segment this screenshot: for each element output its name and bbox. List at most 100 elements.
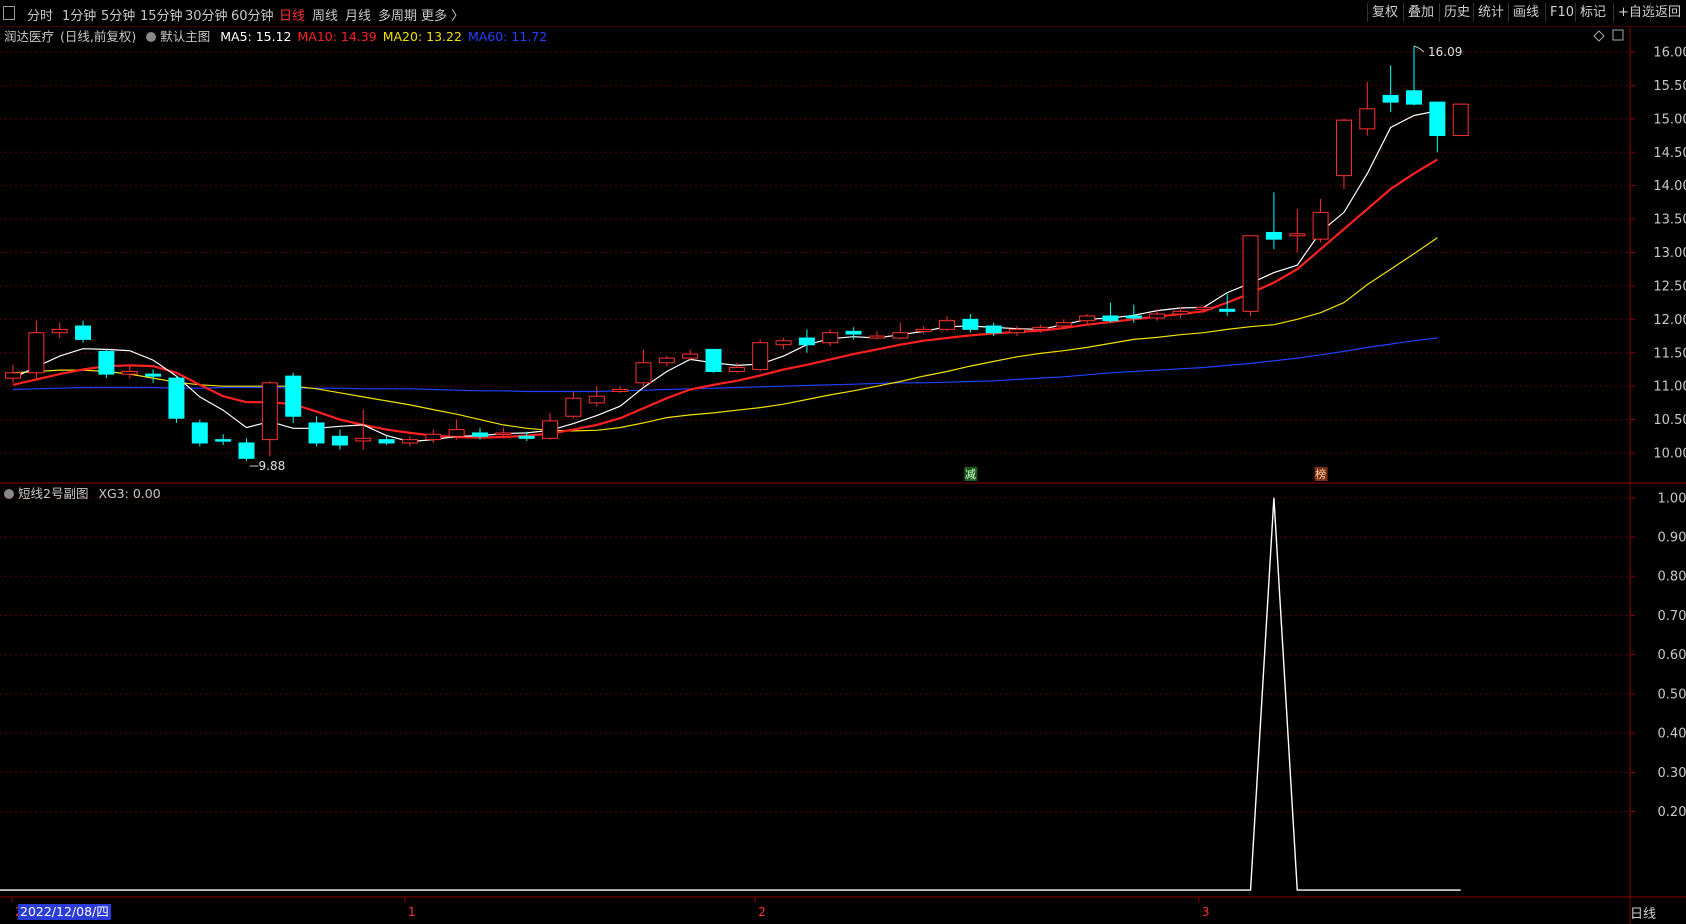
candle-body-23 (542, 420, 559, 439)
sub-tick-label-8: 1.00 (1658, 491, 1686, 506)
candle-61 (1429, 101, 1446, 153)
candle-body-50 (1172, 310, 1189, 315)
sub-chart-legend: 短线2号副图 XG3: 0.00 (4, 483, 161, 502)
candle-body-46 (1079, 315, 1096, 322)
ma-legend-3: MA60: 11.72 (467, 29, 548, 44)
candle-41 (962, 313, 979, 333)
indicator-menu-icon[interactable] (146, 32, 157, 42)
candle-body-56 (1312, 211, 1329, 240)
month-label-1: 1 (408, 905, 416, 919)
candle-body-10 (238, 442, 255, 459)
candle-26 (612, 386, 629, 393)
candle-5 (121, 366, 138, 379)
candle-body-55 (1289, 233, 1306, 237)
candle-body-32 (752, 342, 769, 370)
candle-body-11 (261, 382, 278, 441)
candle-body-8 (191, 422, 208, 444)
candle-body-1 (28, 332, 45, 374)
candle-body-42 (985, 325, 1002, 334)
candle-6 (145, 369, 162, 383)
candle-body-33 (775, 340, 792, 346)
candle-body-4 (98, 350, 115, 375)
sub-tick-label-6: 0.80 (1658, 570, 1686, 585)
candle-34 (798, 329, 815, 353)
candle-body-29 (682, 353, 699, 359)
candle-16 (378, 436, 395, 445)
candle-29 (682, 349, 699, 361)
candle-body-25 (588, 395, 605, 404)
candle-11 (261, 380, 278, 457)
candle-56 (1312, 199, 1329, 243)
candle-body-45 (1055, 322, 1072, 327)
candle-body-27 (635, 362, 652, 384)
candle-body-20 (472, 432, 488, 437)
candle-body-58 (1359, 108, 1376, 130)
candle-4 (98, 349, 115, 379)
indicator-name[interactable]: 默认主图 (160, 29, 210, 44)
candle-23 (542, 412, 559, 440)
sub-tick-label-7: 0.90 (1658, 531, 1686, 546)
main-tick-label-12: 16.00 (1653, 46, 1686, 61)
month-label-2: 2 (758, 905, 766, 919)
candle-body-18 (425, 433, 442, 441)
candle-28 (658, 356, 675, 367)
candle-body-40 (939, 320, 955, 330)
candle-body-31 (728, 366, 745, 372)
candle-body-41 (962, 318, 979, 330)
current-date: 2022/12/08/四 (18, 904, 111, 920)
candle-body-37 (868, 335, 885, 339)
main-tick-label-6: 13.00 (1653, 246, 1686, 261)
main-tick-label-9: 14.50 (1653, 146, 1686, 161)
candle-body-59 (1382, 94, 1399, 103)
ma5-line (12, 110, 1438, 443)
diamond-icon (1593, 30, 1605, 42)
candle-body-39 (915, 328, 932, 332)
candle-body-38 (892, 332, 909, 339)
candle-54 (1265, 192, 1282, 250)
candle-body-3 (75, 325, 92, 340)
candle-body-19 (448, 429, 465, 437)
adjust-mode: (日线,前复权) (60, 29, 137, 44)
candle-body-22 (518, 435, 535, 439)
candle-55 (1289, 209, 1306, 253)
candle-body-49 (1149, 313, 1166, 319)
marker-reduce: 减 (965, 468, 976, 481)
candle-12 (285, 372, 302, 423)
candle-body-6 (145, 373, 162, 377)
candle-14 (331, 429, 348, 450)
sub-tick-label-2: 0.40 (1658, 727, 1686, 742)
marker-list: 榜 (1315, 467, 1326, 481)
candle-58 (1359, 82, 1376, 136)
candle-25 (588, 386, 605, 407)
candle-body-28 (658, 357, 675, 364)
candle-1 (28, 320, 45, 380)
main-tick-label-3: 11.50 (1653, 346, 1686, 361)
candle-body-36 (845, 330, 862, 335)
main-tick-label-10: 15.00 (1653, 112, 1686, 127)
sub-indicator-menu-icon[interactable] (4, 489, 14, 499)
candle-24 (565, 391, 582, 419)
sub-indicator-name[interactable]: 短线2号副图 (18, 486, 88, 501)
candle-body-34 (798, 337, 815, 346)
candle-43 (1009, 326, 1026, 337)
high-arrow (1413, 45, 1425, 53)
candle-7 (168, 376, 185, 423)
candle-body-62 (1452, 103, 1469, 137)
candle-19 (448, 419, 465, 440)
candle-37 (868, 331, 885, 340)
sub-tick-label-0: 0.20 (1658, 805, 1686, 820)
candle-body-13 (308, 422, 325, 444)
candle-body-47 (1102, 315, 1119, 322)
candle-body-7 (168, 377, 185, 419)
candle-body-53 (1242, 235, 1259, 312)
candle-17 (401, 436, 418, 447)
candle-body-48 (1125, 315, 1142, 319)
candle-body-16 (378, 439, 395, 444)
sub-tick-label-4: 0.60 (1658, 648, 1686, 663)
candle-body-54 (1265, 231, 1282, 240)
candle-body-26 (612, 389, 629, 393)
candle-body-14 (331, 435, 348, 446)
main-tick-label-8: 14.00 (1653, 179, 1686, 194)
ma-legend-0: MA5: 15.12 (220, 29, 292, 44)
candle-15 (355, 409, 372, 450)
